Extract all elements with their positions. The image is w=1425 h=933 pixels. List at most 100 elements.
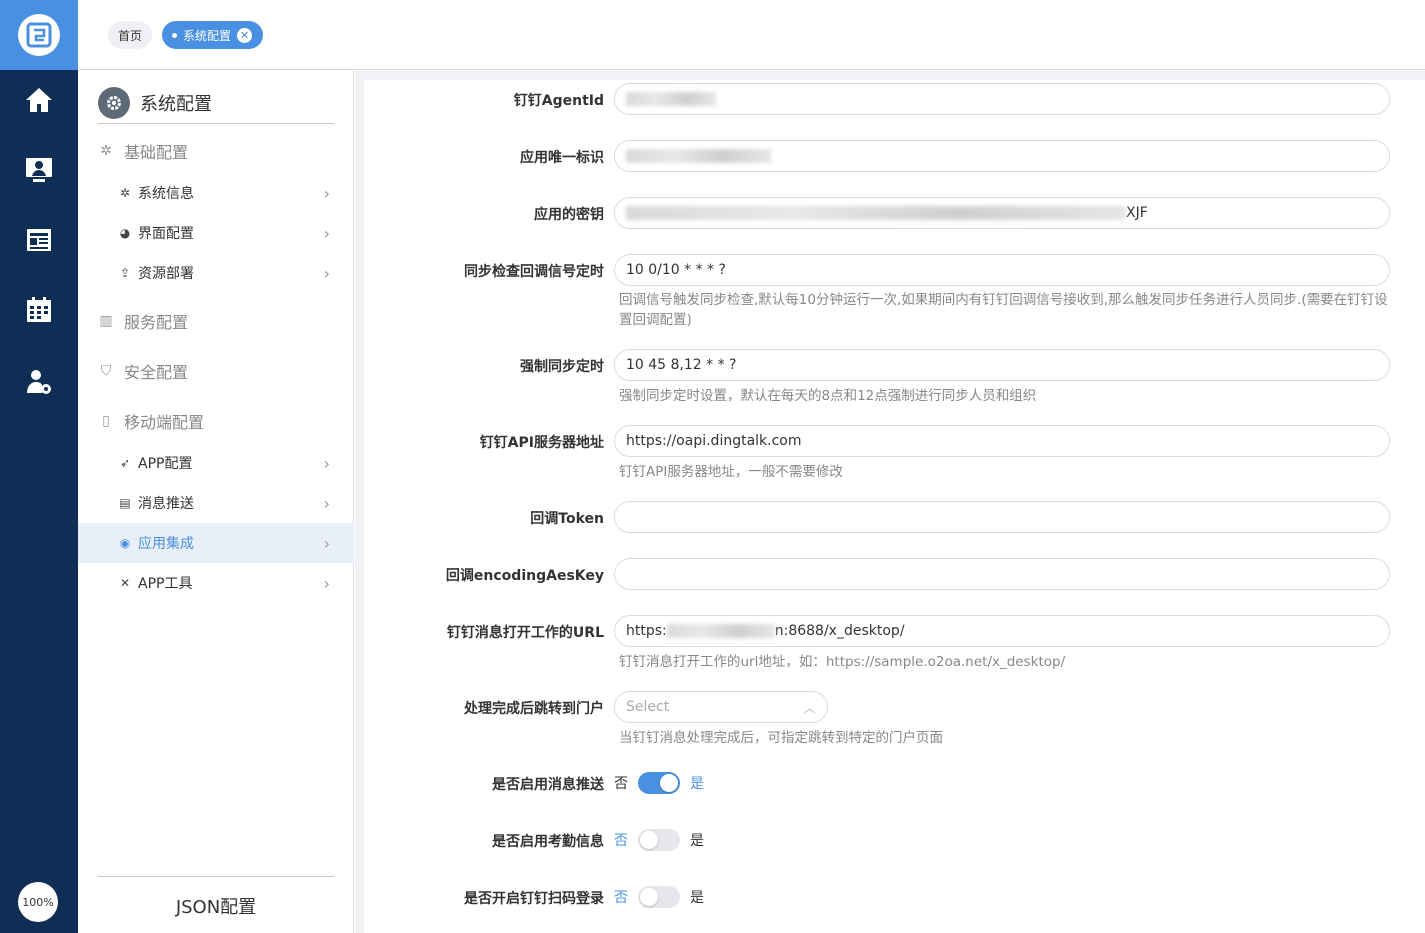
help-text: 当钉钉消息处理完成后，可指定跳转到特定的门户页面 <box>619 730 943 746</box>
help-text: 回调信号触发同步检查,默认每10分钟运行一次,如果期间内有钉钉回调信号接收到,那… <box>619 292 1388 308</box>
json-config-link[interactable]: JSON配置 <box>78 893 354 919</box>
gear-icon <box>98 87 130 119</box>
divider <box>98 876 334 877</box>
api-server-input[interactable]: https://oapi.dingtalk.com <box>614 425 1390 457</box>
chevron-right-icon: › <box>323 453 330 473</box>
masked-value <box>626 206 1126 220</box>
field-label: 回调Token <box>530 511 604 527</box>
toggle-off-label[interactable]: 否 <box>614 887 628 907</box>
field-label: 处理完成后跳转到门户 <box>464 701 604 717</box>
field-label: 是否启用消息推送 <box>492 777 604 793</box>
rocket-icon: ➶ <box>119 456 131 470</box>
sidebar-item-label: 系统信息 <box>138 186 194 202</box>
force-sync-input[interactable]: 10 45 8,12 * * ? <box>614 349 1390 381</box>
o2oa-logo-icon <box>18 14 60 56</box>
field-label: 回调encodingAesKey <box>445 568 604 584</box>
field-label: 应用唯一标识 <box>520 150 604 166</box>
sidebar-item-app-integration[interactable]: ◉ 应用集成 › <box>78 523 354 563</box>
help-text: 钉钉API服务器地址，一般不需要修改 <box>619 464 843 480</box>
masked-value <box>626 92 716 106</box>
sidebar-header: 系统配置 <box>98 83 334 124</box>
sidebar-item-app-tools[interactable]: ✕ APP工具 › <box>78 563 354 603</box>
field-label: 是否开启钉钉扫码登录 <box>464 891 604 907</box>
switch-knob <box>640 888 658 906</box>
field-label: 钉钉AgentId <box>513 93 604 109</box>
group-basic-config[interactable]: ✲ 基础配置 <box>98 139 188 163</box>
active-dot <box>172 32 177 38</box>
sidebar-item-ui-config[interactable]: ◕ 界面配置 › <box>78 213 354 253</box>
help-text: 置回调配置) <box>619 312 692 328</box>
enable-push-toggle-row: 否 是 <box>614 771 704 795</box>
agentid-input[interactable] <box>614 83 1390 115</box>
chevron-right-icon: › <box>323 493 330 513</box>
tab-system-config[interactable]: 系统配置 ✕ <box>162 21 263 49</box>
gear-icon: ✲ <box>119 186 131 200</box>
group-label: 基础配置 <box>124 143 189 162</box>
chevron-right-icon: › <box>323 533 330 553</box>
group-mobile-config[interactable]: ▯ 移动端配置 <box>98 409 204 433</box>
sync-check-input[interactable]: 10 0/10 * * * ? <box>614 254 1390 286</box>
enable-attendance-switch[interactable] <box>638 829 680 851</box>
enable-push-switch[interactable] <box>638 772 680 794</box>
palette-icon: ◕ <box>119 226 131 240</box>
appkey-input[interactable] <box>614 140 1390 172</box>
toggle-off-label[interactable]: 否 <box>614 773 628 793</box>
logo[interactable] <box>0 0 78 70</box>
mobile-icon: ▯ <box>102 413 110 429</box>
sidebar-item-label: 消息推送 <box>138 496 194 512</box>
chevron-up-icon: ︿ <box>804 702 815 715</box>
sidebar-item-resource-deploy[interactable]: ⇪ 资源部署 › <box>78 253 354 293</box>
close-icon[interactable]: ✕ <box>237 27 253 43</box>
select-placeholder: Select <box>626 699 670 715</box>
enable-scan-switch[interactable] <box>638 886 680 908</box>
switch-knob <box>640 831 658 849</box>
field-label: 钉钉API服务器地址 <box>479 435 604 451</box>
help-text: 钉钉消息打开工作的url地址，如：https://sample.o2oa.net… <box>619 654 1066 670</box>
secret-suffix: XJF <box>1126 205 1148 221</box>
secret-input[interactable]: XJF <box>614 197 1390 229</box>
integration-icon: ◉ <box>119 536 131 550</box>
sidebar-item-label: 资源部署 <box>138 266 194 282</box>
message-url-input[interactable]: https: n:8688/x_desktop/ <box>614 615 1390 647</box>
field-label: 强制同步定时 <box>520 359 604 375</box>
toggle-on-label[interactable]: 是 <box>690 773 704 793</box>
toggle-on-label[interactable]: 是 <box>690 830 704 850</box>
server-icon: ▥ <box>99 313 113 329</box>
tab-label: 首页 <box>117 28 142 43</box>
portal-select[interactable]: Select ︿ <box>614 691 828 723</box>
tools-icon: ✕ <box>119 576 131 590</box>
enable-scan-toggle-row: 否 是 <box>614 885 704 909</box>
sidebar-item-message-push[interactable]: ▤ 消息推送 › <box>78 483 354 523</box>
chevron-right-icon: › <box>323 263 330 283</box>
field-label: 同步检查回调信号定时 <box>464 264 604 280</box>
field-label: 钉钉消息打开工作的URL <box>446 625 604 641</box>
sidebar: 系统配置 ✲ 基础配置 ✲ 系统信息 › ◕ 界面配置 › ⇪ 资源部署 › ▥… <box>78 71 354 933</box>
tab-label: 系统配置 <box>183 28 232 43</box>
group-service-config[interactable]: ▥ 服务配置 <box>98 309 188 333</box>
sidebar-item-app-config[interactable]: ➶ APP配置 › <box>78 443 354 483</box>
chevron-right-icon: › <box>323 223 330 243</box>
sidebar-item-label: 界面配置 <box>138 226 194 242</box>
user-settings-icon[interactable] <box>0 362 78 402</box>
toggle-on-label[interactable]: 是 <box>690 887 704 907</box>
toggle-off-label[interactable]: 否 <box>614 830 628 850</box>
zoom-level[interactable]: 100% <box>18 882 58 922</box>
monitor-user-icon[interactable] <box>0 150 78 190</box>
field-label: 是否启用考勤信息 <box>492 834 604 850</box>
chevron-right-icon: › <box>323 183 330 203</box>
field-label: 应用的密钥 <box>534 207 604 223</box>
sidebar-item-system-info[interactable]: ✲ 系统信息 › <box>78 173 354 213</box>
calendar-icon[interactable] <box>0 290 78 330</box>
home-icon[interactable] <box>0 80 78 120</box>
tab-home[interactable]: 首页 <box>108 21 152 49</box>
help-text: 强制同步定时设置，默认在每天的8点和12点强制进行同步人员和组织 <box>619 388 1037 404</box>
enable-attendance-toggle-row: 否 是 <box>614 828 704 852</box>
news-icon[interactable] <box>0 220 78 260</box>
chevron-right-icon: › <box>323 573 330 593</box>
sidebar-item-label: APP配置 <box>138 456 193 472</box>
group-security-config[interactable]: ⛉ 安全配置 <box>98 359 188 383</box>
aeskey-input[interactable] <box>614 558 1390 590</box>
group-label: 安全配置 <box>124 363 189 382</box>
group-label: 移动端配置 <box>124 413 205 432</box>
token-input[interactable] <box>614 501 1390 533</box>
